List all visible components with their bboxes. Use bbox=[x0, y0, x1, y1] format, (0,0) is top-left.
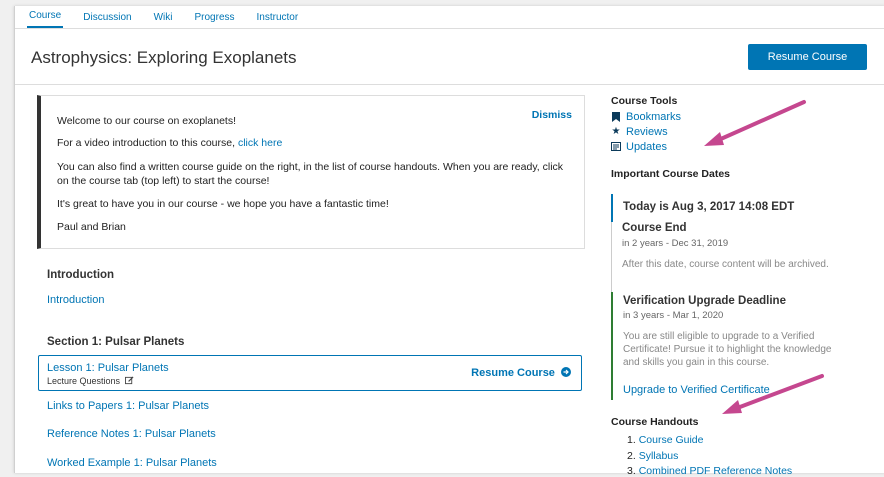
welcome-guide-line: You can also find a written course guide… bbox=[57, 161, 564, 187]
annotation-arrow-handouts bbox=[722, 374, 824, 414]
verification-title: Verification Upgrade Deadline bbox=[623, 295, 786, 307]
course-tools-heading: Course Tools bbox=[611, 95, 678, 107]
lesson-resume-label: Resume Course bbox=[471, 367, 555, 379]
course-handouts-heading: Course Handouts bbox=[611, 416, 699, 428]
handout-item: 2. Syllabus bbox=[627, 450, 678, 462]
course-end-description: After this date, course content will be … bbox=[622, 259, 829, 270]
tab-progress[interactable]: Progress bbox=[193, 12, 237, 28]
verification-description: You are still eligible to upgrade to a V… bbox=[623, 331, 832, 368]
handout-number: 2. bbox=[627, 450, 639, 462]
dismiss-button[interactable]: Dismiss bbox=[532, 109, 572, 121]
handout-item: 3. Combined PDF Reference Notes bbox=[627, 465, 792, 477]
welcome-signature: Paul and Brian bbox=[57, 221, 126, 233]
reviews-label: Reviews bbox=[626, 126, 668, 138]
section-title-pulsar-planets: Section 1: Pulsar Planets bbox=[47, 336, 185, 348]
welcome-video-line: For a video introduction to this course,… bbox=[57, 136, 567, 150]
welcome-video-text: For a video introduction to this course, bbox=[57, 137, 238, 149]
handout-reference-notes-link[interactable]: Combined PDF Reference Notes bbox=[639, 465, 793, 477]
bookmarks-link[interactable]: Bookmarks bbox=[611, 111, 681, 123]
welcome-greeting-line: It's great to have you in our course - w… bbox=[57, 198, 389, 210]
tab-wiki[interactable]: Wiki bbox=[152, 12, 175, 28]
welcome-message: Welcome to our course on exoplanets! Dis… bbox=[37, 95, 585, 249]
unit-link-worked-example[interactable]: Worked Example 1: Pulsar Planets bbox=[47, 457, 217, 469]
course-header: Astrophysics: Exploring Exoplanets Resum… bbox=[15, 29, 884, 85]
lesson-subtitle: Lecture Questions bbox=[47, 376, 134, 386]
section-title-introduction: Introduction bbox=[47, 269, 115, 281]
unit-link-links-to-papers[interactable]: Links to Papers 1: Pulsar Planets bbox=[47, 400, 209, 412]
video-intro-link[interactable]: click here bbox=[238, 137, 282, 149]
unit-link-reference-notes[interactable]: Reference Notes 1: Pulsar Planets bbox=[47, 428, 216, 440]
unit-link-introduction[interactable]: Introduction bbox=[47, 294, 104, 306]
handout-course-guide-link[interactable]: Course Guide bbox=[639, 434, 704, 446]
course-end-title: Course End bbox=[622, 222, 687, 234]
reviews-link[interactable]: ★ Reviews bbox=[611, 126, 668, 138]
handout-number: 3. bbox=[627, 465, 639, 477]
updates-link[interactable]: Updates bbox=[611, 141, 667, 153]
page-title: Astrophysics: Exploring Exoplanets bbox=[31, 48, 297, 67]
tab-instructor[interactable]: Instructor bbox=[255, 12, 301, 28]
tab-discussion[interactable]: Discussion bbox=[81, 12, 133, 28]
handout-number: 1. bbox=[627, 434, 639, 446]
handout-item: 1. Course Guide bbox=[627, 434, 703, 446]
lesson-title-link[interactable]: Lesson 1: Pulsar Planets bbox=[47, 362, 169, 374]
course-tabs: Course Discussion Wiki Progress Instruct… bbox=[15, 6, 884, 29]
edit-icon bbox=[124, 376, 134, 385]
annotation-arrow-tools bbox=[704, 100, 806, 146]
course-outline: Welcome to our course on exoplanets! Dis… bbox=[15, 84, 605, 473]
verification-date: in 3 years - Mar 1, 2020 bbox=[623, 310, 724, 321]
date-course-end: Course End in 2 years - Dec 31, 2019 Aft… bbox=[611, 222, 852, 292]
arrow-circle-right-icon bbox=[561, 367, 571, 377]
newspaper-icon bbox=[611, 142, 621, 152]
date-today: Today is Aug 3, 2017 14:08 EDT bbox=[611, 194, 853, 222]
lesson-subtitle-text: Lecture Questions bbox=[47, 376, 121, 386]
resume-course-button[interactable]: Resume Course bbox=[748, 44, 867, 70]
today-date: Today is Aug 3, 2017 14:08 EDT bbox=[623, 201, 795, 213]
lesson-resume-link[interactable]: Resume Course bbox=[471, 367, 571, 379]
handout-syllabus-link[interactable]: Syllabus bbox=[639, 450, 679, 462]
updates-label: Updates bbox=[626, 141, 667, 153]
course-end-date: in 2 years - Dec 31, 2019 bbox=[622, 238, 729, 249]
lesson-current[interactable]: Lesson 1: Pulsar Planets Lecture Questio… bbox=[38, 355, 582, 391]
important-dates-heading: Important Course Dates bbox=[611, 168, 731, 180]
bookmark-icon bbox=[611, 112, 621, 122]
tab-course[interactable]: Course bbox=[27, 10, 64, 28]
bookmarks-label: Bookmarks bbox=[626, 111, 682, 123]
star-icon: ★ bbox=[611, 126, 621, 137]
welcome-line: Welcome to our course on exoplanets! bbox=[57, 115, 236, 127]
